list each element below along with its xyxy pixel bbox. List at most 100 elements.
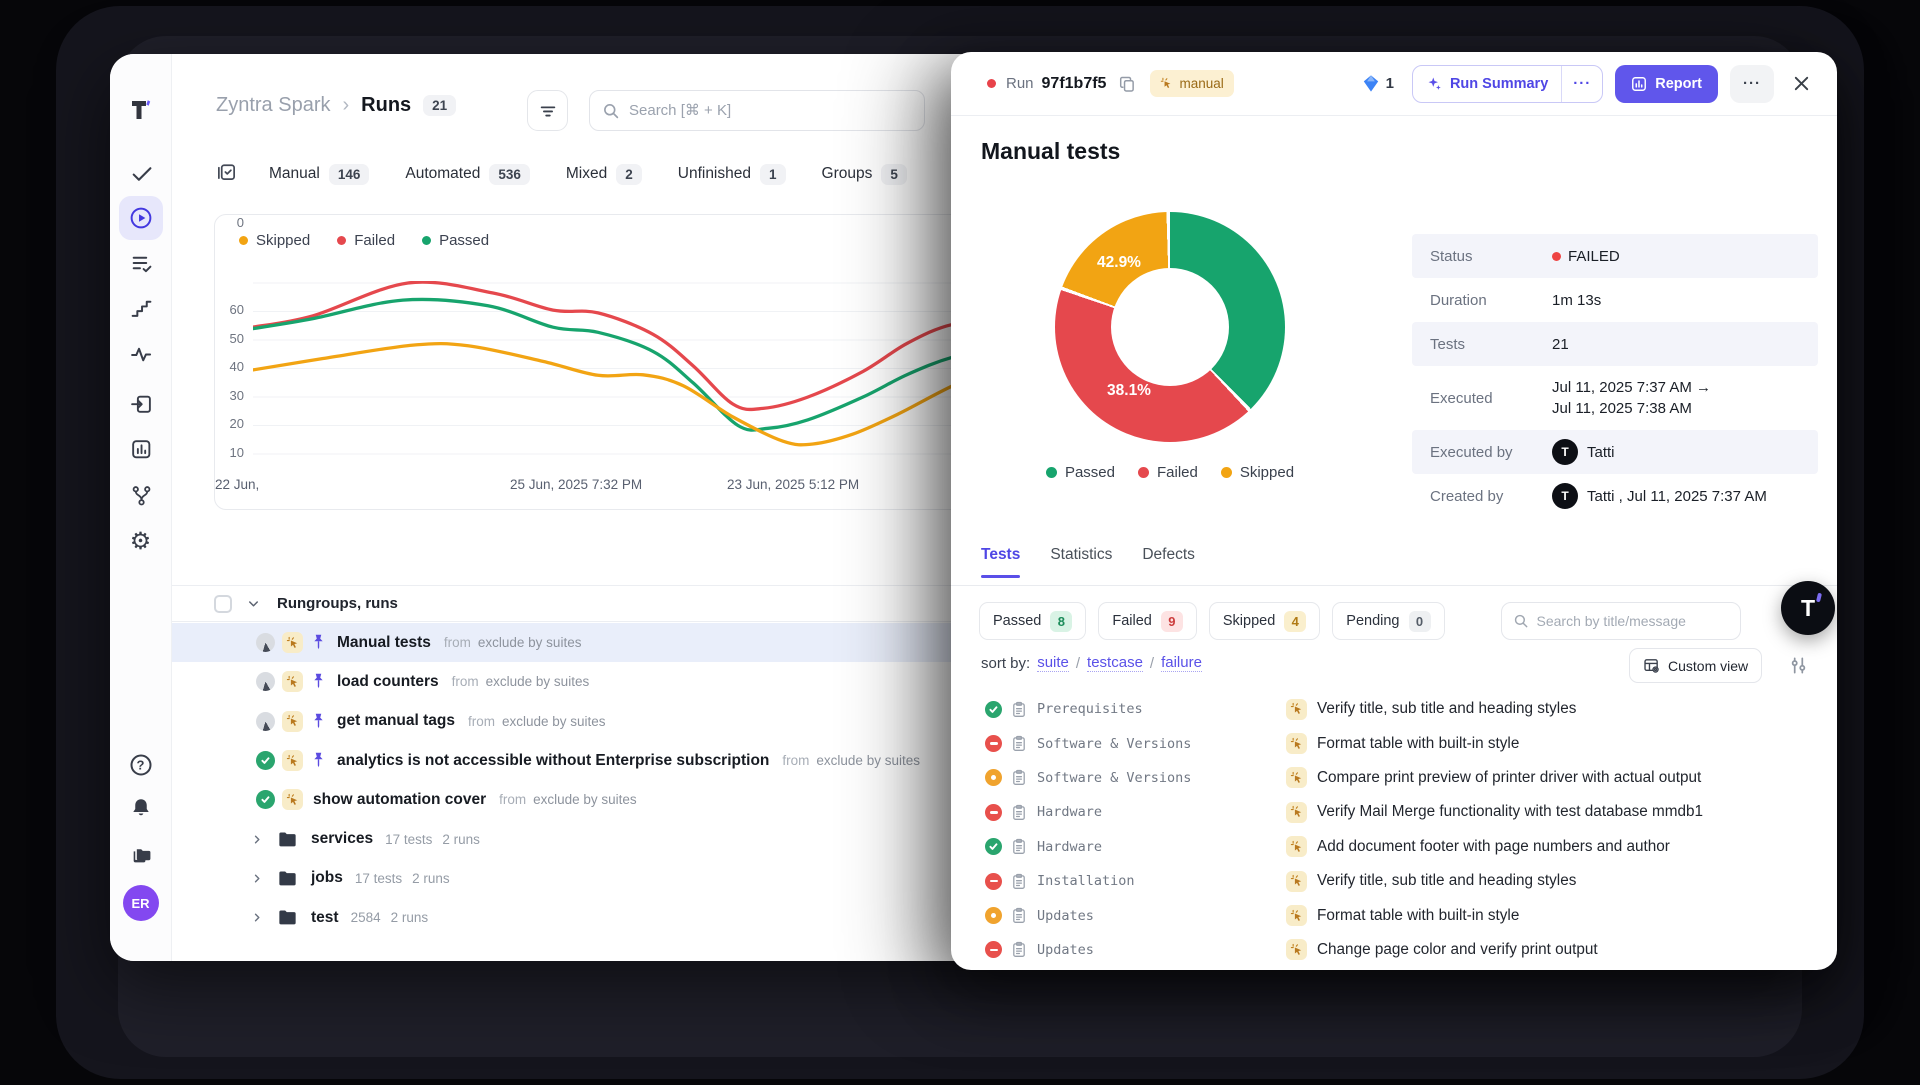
status-filter-chip[interactable]: Passed 8 <box>979 602 1086 640</box>
test-title[interactable]: Verify title, sub title and heading styl… <box>1317 872 1576 890</box>
detail-row: Executed by T Tatti <box>1412 430 1818 474</box>
run-summary-more[interactable]: ··· <box>1562 75 1602 92</box>
jira-counter[interactable]: 1 <box>1362 74 1394 93</box>
report-button[interactable]: Report <box>1615 65 1718 103</box>
sort-link[interactable]: testcase <box>1087 654 1143 672</box>
sidebar-item-plans-icon[interactable] <box>129 252 152 275</box>
custom-view-button[interactable]: Custom view <box>1629 648 1762 683</box>
test-row[interactable]: Software & Versions Compare print previe… <box>951 761 1837 795</box>
test-title[interactable]: Compare print preview of printer driver … <box>1317 769 1701 787</box>
filter-button[interactable] <box>527 90 568 131</box>
drawer-tab[interactable]: Defects <box>1142 546 1195 577</box>
runs-list-title: Rungroups, runs <box>277 595 398 612</box>
test-suite-name[interactable]: Installation <box>1037 873 1135 889</box>
user-avatar-mini: T <box>1552 439 1578 465</box>
page-title: Runs <box>361 94 411 117</box>
app-logo-icon[interactable] <box>126 95 156 125</box>
legend-item[interactable]: Skipped <box>239 232 310 249</box>
test-row[interactable]: Installation Verify title, sub title and… <box>951 864 1837 898</box>
tests-search-input[interactable] <box>1537 613 1729 629</box>
sort-link[interactable]: suite <box>1037 654 1069 672</box>
manual-test-icon <box>1286 939 1307 960</box>
drawer-tab[interactable]: Statistics <box>1050 546 1112 577</box>
test-suite-name[interactable]: Updates <box>1037 942 1094 958</box>
test-title[interactable]: Add document footer with page numbers an… <box>1317 838 1670 856</box>
detail-label: Tests <box>1430 336 1552 353</box>
sidebar-item-settings-icon[interactable]: ⚙ <box>130 530 152 554</box>
legend-item[interactable]: Failed <box>337 232 395 249</box>
expand-chevron-icon[interactable] <box>251 872 264 885</box>
chip-count-badge: 8 <box>1050 611 1072 632</box>
sidebar-item-branches-icon[interactable] <box>129 484 152 507</box>
folder-name: test <box>311 909 339 927</box>
y-tick: 30 <box>215 388 244 403</box>
run-summary-button[interactable]: Run Summary ··· <box>1412 65 1603 103</box>
help-icon[interactable]: ? <box>130 755 151 776</box>
run-type-tab[interactable]: Manual 146 <box>269 164 369 185</box>
test-suite-name[interactable]: Software & Versions <box>1037 736 1191 752</box>
y-tick: 0 <box>215 215 244 230</box>
test-row[interactable]: Hardware Add document footer with page n… <box>951 830 1837 864</box>
status-filter-chip[interactable]: Failed 9 <box>1098 602 1197 640</box>
expand-chevron-icon[interactable] <box>251 833 264 846</box>
search-input[interactable] <box>629 102 912 119</box>
run-type-tab[interactable]: Mixed 2 <box>566 164 642 185</box>
user-avatar[interactable]: ER <box>123 885 159 921</box>
suite-clipboard-icon <box>1011 907 1027 924</box>
more-actions-button[interactable]: ··· <box>1730 65 1774 103</box>
test-row[interactable] <box>951 967 1837 970</box>
test-row[interactable]: Updates Change page color and verify pri… <box>951 933 1837 967</box>
run-source: exclude by suites <box>502 714 606 729</box>
sidebar-item-runs-icon[interactable] <box>119 196 163 240</box>
notifications-bell-icon[interactable] <box>129 797 152 820</box>
sort-link[interactable]: failure <box>1161 654 1202 672</box>
sidebar-item-milestones-icon[interactable] <box>129 297 152 320</box>
test-title[interactable]: Change page color and verify print outpu… <box>1317 941 1598 959</box>
select-all-checklist-icon[interactable] <box>216 161 237 187</box>
detail-row: Duration 1m 13s <box>1412 278 1818 322</box>
copy-icon[interactable] <box>1118 75 1136 93</box>
status-filter-chip[interactable]: Pending 0 <box>1332 602 1444 640</box>
close-icon[interactable] <box>1792 74 1811 93</box>
test-suite-name[interactable]: Updates <box>1037 908 1094 924</box>
test-row[interactable]: Hardware Verify Mail Merge functionality… <box>951 795 1837 829</box>
test-title[interactable]: Verify Mail Merge functionality with tes… <box>1317 803 1703 821</box>
diamond-icon <box>1362 74 1380 93</box>
test-suite-name[interactable]: Hardware <box>1037 804 1102 820</box>
legend-dot <box>239 236 248 245</box>
sidebar-item-analytics-icon[interactable] <box>129 438 152 461</box>
run-from-label: from <box>468 714 495 729</box>
global-search[interactable] <box>589 90 925 131</box>
test-suite-name[interactable]: Hardware <box>1037 839 1102 855</box>
drawer-tab[interactable]: Tests <box>981 546 1020 577</box>
breadcrumb-project[interactable]: Zyntra Spark <box>216 94 330 117</box>
run-type-tab[interactable]: Unfinished 1 <box>678 164 786 185</box>
run-source: exclude by suites <box>533 792 637 807</box>
expand-chevron-icon[interactable] <box>251 911 264 924</box>
pin-icon <box>310 751 327 770</box>
test-title[interactable]: Verify title, sub title and heading styl… <box>1317 700 1576 718</box>
table-settings-icon <box>1643 657 1660 674</box>
sidebar-item-pulse-icon[interactable] <box>129 343 152 366</box>
donut-percent-label: 30.8% <box>1055 212 1119 230</box>
collapse-chevron-icon[interactable] <box>246 596 261 611</box>
status-filter-chip[interactable]: Skipped 4 <box>1209 602 1320 640</box>
test-row[interactable]: Updates Format table with built-in style <box>951 898 1837 932</box>
folder-icon <box>278 870 297 887</box>
test-title[interactable]: Format table with built-in style <box>1317 735 1519 753</box>
test-row[interactable]: Software & Versions Format table with bu… <box>951 726 1837 760</box>
test-suite-name[interactable]: Software & Versions <box>1037 770 1191 786</box>
test-title[interactable]: Format table with built-in style <box>1317 907 1519 925</box>
test-row[interactable]: Prerequisites Verify title, sub title an… <box>951 692 1837 726</box>
sidebar-item-tests-icon[interactable] <box>129 162 152 185</box>
legend-item[interactable]: Passed <box>422 232 489 249</box>
projects-folders-icon[interactable] <box>129 844 152 867</box>
tests-search[interactable] <box>1501 602 1741 640</box>
select-all-checkbox[interactable] <box>214 595 232 613</box>
sidebar-item-import-icon[interactable] <box>129 393 152 416</box>
run-type-tab[interactable]: Automated 536 <box>405 164 530 185</box>
view-options-sliders-icon[interactable] <box>1789 656 1808 675</box>
assistant-fab[interactable]: T <box>1781 581 1835 635</box>
test-suite-name[interactable]: Prerequisites <box>1037 701 1143 717</box>
run-type-tab[interactable]: Groups 5 <box>822 164 907 185</box>
